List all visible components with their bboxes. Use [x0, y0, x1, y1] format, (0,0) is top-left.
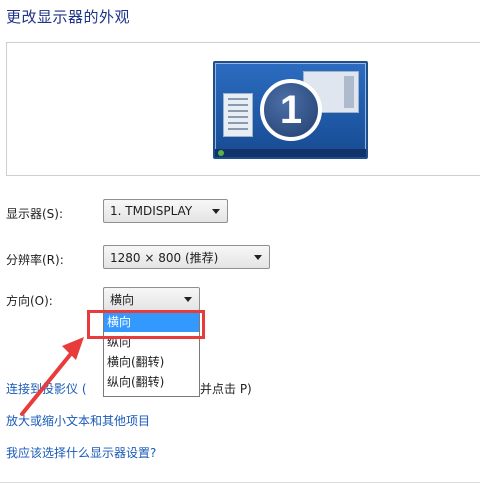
orientation-select-value: 横向	[110, 292, 135, 307]
monitor-number-badge: 1	[260, 79, 322, 141]
orientation-option-landscape-flipped[interactable]: 横向(翻转)	[104, 352, 199, 372]
orientation-label: 方向(O):	[6, 294, 53, 308]
chevron-down-icon	[212, 209, 220, 214]
start-orb-icon	[218, 150, 224, 156]
resolution-select-value: 1280 × 800 (推荐)	[110, 250, 219, 265]
chevron-down-icon	[254, 255, 262, 260]
projector-shortcut-hint: 并点击 P)	[200, 382, 252, 396]
orientation-select[interactable]: 横向	[103, 287, 200, 311]
display-preview-pane: 1	[6, 42, 480, 176]
display-select-value: 1. TMDISPLAY	[110, 204, 193, 218]
chevron-down-icon	[184, 297, 192, 302]
highlight-box	[87, 310, 205, 339]
display-select[interactable]: 1. TMDISPLAY	[103, 199, 228, 223]
display-label: 显示器(S):	[6, 207, 64, 221]
resolution-label: 分辨率(R):	[6, 253, 64, 267]
display-settings-help-link[interactable]: 我应该选择什么显示器设置?	[6, 444, 156, 461]
projector-link-text: 连接到投影仪 (	[6, 382, 87, 396]
resolution-select[interactable]: 1280 × 800 (推荐)	[103, 245, 270, 269]
orientation-option-portrait-flipped[interactable]: 纵向(翻转)	[104, 372, 199, 392]
projector-link[interactable]: 连接到投影仪 (	[6, 380, 87, 397]
page-title: 更改显示器的外观	[6, 8, 131, 26]
text-size-link[interactable]: 放大或缩小文本和其他项目	[6, 412, 150, 429]
monitor-icon[interactable]: 1	[213, 61, 368, 159]
taskbar	[215, 149, 366, 157]
bottom-divider	[0, 482, 480, 483]
window-thumbnail-left	[223, 93, 253, 137]
